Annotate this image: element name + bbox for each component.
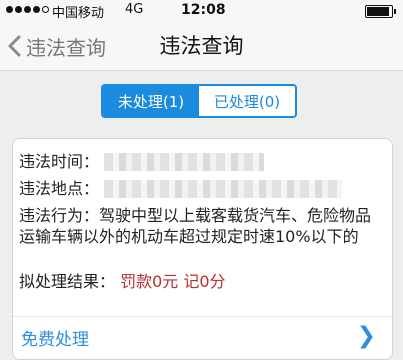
violation-time-label: 违法时间： bbox=[19, 152, 100, 171]
page-title: 违法查询 bbox=[159, 34, 244, 58]
navigation-bar: 违法查询 违法查询 bbox=[0, 22, 403, 71]
tab-processed[interactable]: 已处理(0) bbox=[199, 86, 295, 116]
redacted-violation-time bbox=[104, 153, 265, 171]
tab-unprocessed[interactable]: 未处理(1) bbox=[103, 86, 199, 116]
free-process-link[interactable]: 免费处理 bbox=[21, 325, 89, 350]
processing-result-label: 拟处理结果： bbox=[19, 272, 116, 291]
violation-card: 违法时间： 违法地点： 违法行为：驾驶中型以上载客载货汽车、危险物品运输车辆以外… bbox=[12, 138, 393, 360]
redacted-violation-location bbox=[104, 180, 343, 198]
status-bar: 中国移动 4G 12:08 bbox=[0, 0, 403, 22]
violation-location-label: 违法地点： bbox=[19, 179, 100, 198]
carrier-label: 中国移动 bbox=[52, 6, 105, 21]
divider bbox=[13, 316, 392, 317]
status-segmented-control: 未处理(1) 已处理(0) bbox=[101, 84, 297, 118]
signal-strength-icon bbox=[6, 6, 49, 13]
chevron-right-icon[interactable]: ❯ bbox=[357, 323, 376, 349]
fine-points-text: 罚款0元 记0分 bbox=[120, 272, 226, 291]
clock-time: 12:08 bbox=[181, 2, 226, 18]
network-type-label: 4G bbox=[125, 2, 144, 17]
violation-behavior-label: 违法行为： bbox=[19, 206, 100, 225]
battery-icon bbox=[365, 5, 396, 18]
